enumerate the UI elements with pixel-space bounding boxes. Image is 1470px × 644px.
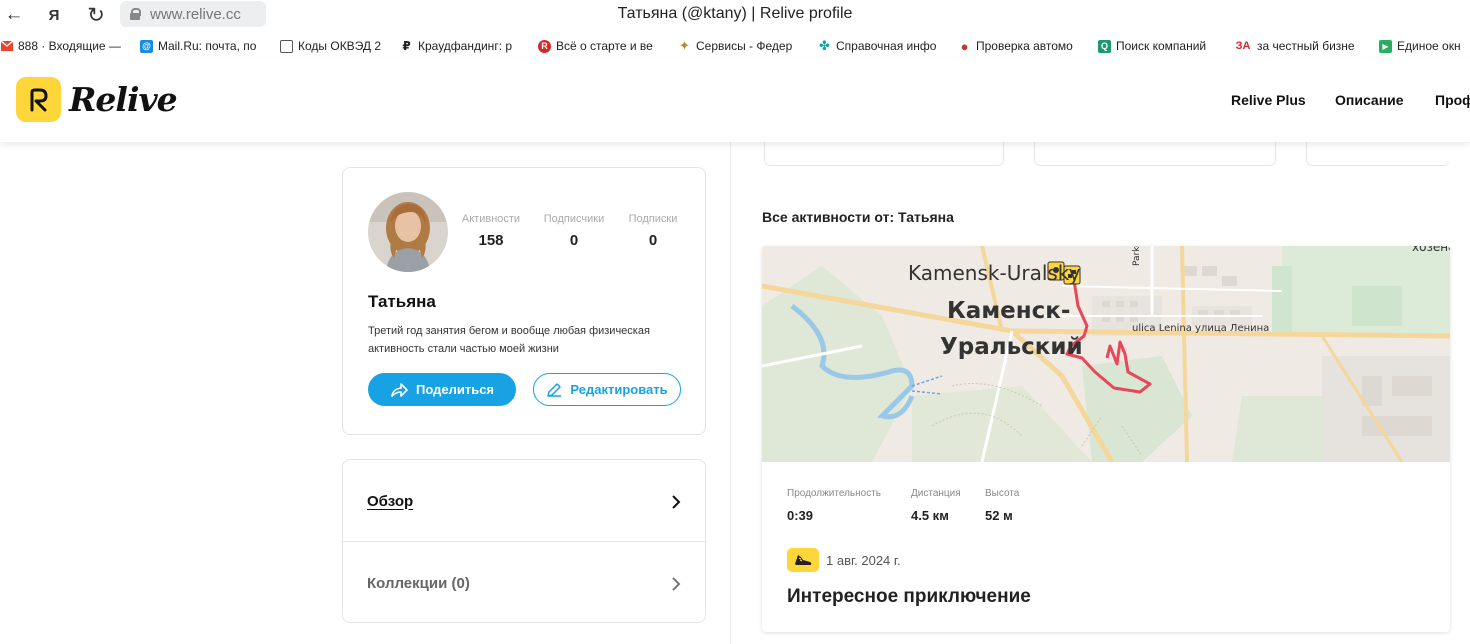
stat-value: 158 [478,232,504,249]
share-button[interactable]: Поделиться [368,373,516,406]
window-icon: ▶ [1379,39,1392,53]
metric-label: Продолжительность [787,488,881,499]
overview-link[interactable]: Обзор [343,460,705,542]
bookmark-item[interactable]: ₽ Краудфандинг: р [400,39,524,53]
bookmark-item[interactable]: @ Mail.Ru: почта, по [140,39,266,53]
bookmark-label: Проверка автомо [976,39,1073,53]
map-label-street: ulica Lenina улица Ленина [1132,323,1270,334]
police-icon: ● [960,38,969,54]
metric-distance: Дистанция 4.5 км [911,488,961,523]
collections-link[interactable]: Коллекции (0) [343,542,705,624]
bookmark-label: Справочная инфо [836,39,937,53]
overview-label: Обзор [367,492,414,510]
edit-button[interactable]: Редактировать [533,373,681,406]
bookmark-item[interactable]: Q Поиск компаний [1098,39,1220,53]
profile-bio: Третий год занятия бегом и вообще любая … [368,325,650,355]
nav-relive-plus[interactable]: Relive Plus [1231,92,1306,108]
bookmark-label: Всё о старте и ве [556,39,653,53]
column-divider [730,142,731,644]
bookmark-label: Mail.Ru: почта, по [158,39,257,53]
summary-card-stub [764,142,1004,166]
metric-elevation: Высота 52 м [985,488,1019,523]
document-icon [280,39,293,53]
map-label-city-ru: Каменск- [947,298,1071,324]
stat-value: 0 [569,232,579,249]
bookmark-item[interactable]: ЗА за честный бизне [1234,39,1365,53]
avatar[interactable] [368,192,448,272]
map-label-corner: хозенс [1412,246,1450,254]
mail-icon [0,40,13,53]
r-badge-icon: R [538,39,551,53]
pencil-icon [547,382,562,397]
nav-profile[interactable]: Проф [1435,92,1470,108]
stat-activities[interactable]: Активности 158 [456,213,526,249]
profile-name: Татьяна [368,292,436,311]
nav-description[interactable]: Описание [1335,92,1404,108]
browser-toolbar: ← Я ↻ www.relive.cc Татьяна (@ktany) | R… [0,0,1470,31]
bookmark-label: за честный бизне [1257,39,1355,53]
metric-label: Дистанция [911,488,961,499]
bookmark-item[interactable]: ✦ Сервисы - Федер [678,38,804,53]
metric-label: Высота [985,488,1020,499]
bookmark-label: Поиск компаний [1116,39,1207,53]
share-icon [391,382,408,397]
activities-section-title: Все активности от: Татьяна [762,209,954,225]
metric-value: 0:39 [787,508,814,523]
chevron-right-icon [672,577,681,591]
bookmark-label: Краудфандинг: р [418,39,513,53]
site-header: Relive Relive Plus Описание Проф [0,58,1470,142]
summary-card-stub [1306,142,1450,166]
bookmark-label: Коды ОКВЭД 2 [298,39,382,53]
metric-value: 52 м [985,508,1013,523]
stat-followers[interactable]: Подписчики 0 [538,213,610,249]
relive-logo-icon[interactable] [16,77,61,122]
metric-duration: Продолжительность 0:39 [787,488,881,523]
bookmark-label: Сервисы - Федер [696,39,793,53]
metric-value: 4.5 км [911,508,949,523]
bookmark-item[interactable]: R Всё о старте и ве [538,39,664,53]
bookmark-item[interactable]: 888 · Входящие — [0,39,126,53]
mailru-icon: @ [140,39,153,53]
bookmark-label: 888 · Входящие — [18,39,121,53]
stat-value: 0 [648,232,658,249]
bookmark-label: Единое окн [1397,39,1461,53]
activity-card[interactable]: Kamensk-Uralsky Каменск- Уральский ulica… [762,246,1450,632]
search-company-icon: Q [1098,39,1111,53]
profile-card: Активности 158 Подписчики 0 Подписки 0 Т… [342,167,706,435]
emblem-icon: ✦ [679,38,690,53]
map-label-street: Parkovaâ [1132,246,1142,266]
stat-following[interactable]: Подписки 0 [623,213,683,249]
bookmark-item[interactable]: ▶ Единое окн [1379,39,1470,53]
pinwheel-icon: ✤ [819,38,830,53]
stat-label: Активности [461,213,521,225]
collections-count: (0) [451,574,470,592]
bookmark-item[interactable]: ✤ Справочная инфо [818,38,944,53]
logo-wordmark[interactable]: Relive [69,80,178,119]
stat-label: Подписки [628,213,678,225]
activity-title[interactable]: Интересное приключение [787,586,1031,608]
za-icon: ЗА [1235,40,1251,52]
bookmark-item[interactable]: Коды ОКВЭД 2 [280,39,386,53]
bookmarks-bar: 888 · Входящие — @ Mail.Ru: почта, по Ко… [0,34,1470,58]
map-label-city-en: Kamensk-Uralsky [908,261,1081,285]
page-title: Татьяна (@ktany) | Relive profile [0,5,1470,23]
edit-button-label: Редактировать [570,382,668,397]
profile-nav-card: Обзор Коллекции (0) [342,459,706,623]
bookmark-item[interactable]: ● Проверка автомо [958,38,1084,54]
page-title-text: Татьяна (@ktany) | Relive profile [617,5,853,22]
summary-card-stub [1034,142,1276,166]
activity-map[interactable]: Kamensk-Uralsky Каменск- Уральский ulica… [762,246,1450,464]
share-button-label: Поделиться [415,382,495,397]
activity-date: 1 авг. 2024 г. [826,553,901,568]
chevron-right-icon [672,495,681,509]
map-label-city-ru: Уральский [940,334,1083,360]
running-shoe-icon [787,548,819,572]
collections-label: Коллекции [367,574,448,592]
stat-label: Подписчики [543,213,605,225]
ruble-icon: ₽ [402,39,411,53]
